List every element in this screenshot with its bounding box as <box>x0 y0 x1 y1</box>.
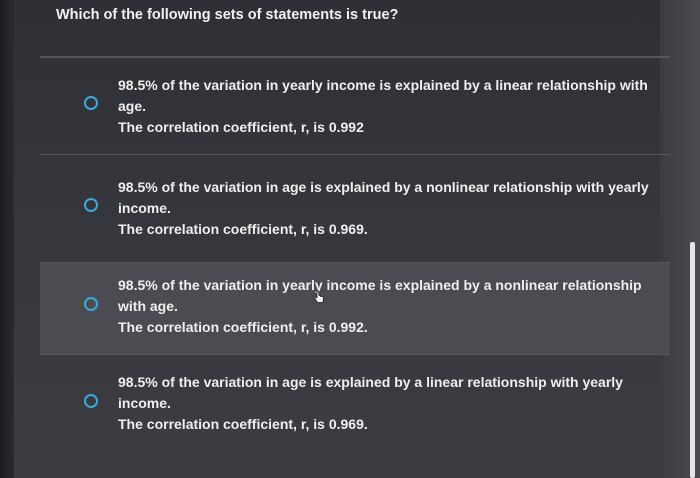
answer-option-1[interactable]: 98.5% of the variation in yearly income … <box>40 57 670 154</box>
answer-option-2[interactable]: 98.5% of the variation in age is explain… <box>40 154 670 252</box>
answer-option-4-text: 98.5% of the variation in age is explain… <box>118 372 663 435</box>
radio-button-2[interactable] <box>84 198 98 212</box>
answer-option-3[interactable]: 98.5% of the variation in yearly income … <box>40 262 670 354</box>
answer-option-3-statement: 98.5% of the variation in yearly income … <box>118 277 642 314</box>
answer-option-2-text: 98.5% of the variation in age is explain… <box>118 177 663 240</box>
answer-option-3-correlation: The correlation coefficient, r, is 0.992… <box>118 319 368 335</box>
question-text: Which of the following sets of statement… <box>56 7 399 23</box>
answer-option-4-statement: 98.5% of the variation in age is explain… <box>118 374 623 411</box>
answer-option-2-statement: 98.5% of the variation in age is explain… <box>118 179 649 216</box>
answer-option-1-statement: 98.5% of the variation in yearly income … <box>118 77 648 114</box>
radio-button-4[interactable] <box>84 394 98 408</box>
answer-option-1-correlation: The correlation coefficient, r, is 0.992 <box>118 119 364 135</box>
answer-option-4[interactable]: 98.5% of the variation in age is explain… <box>40 354 670 462</box>
screen: Which of the following sets of statement… <box>0 0 700 478</box>
answer-option-3-text: 98.5% of the variation in yearly income … <box>118 275 663 338</box>
hand-pointer-icon <box>314 290 324 303</box>
radio-button-3[interactable] <box>84 297 98 311</box>
answer-option-2-correlation: The correlation coefficient, r, is 0.969… <box>118 221 368 237</box>
answer-option-1-text: 98.5% of the variation in yearly income … <box>118 75 663 138</box>
radio-button-1[interactable] <box>84 96 98 110</box>
scrollbar-thumb[interactable] <box>690 242 695 478</box>
screen-bezel-left <box>0 0 14 478</box>
answer-option-4-correlation: The correlation coefficient, r, is 0.969… <box>118 416 368 432</box>
